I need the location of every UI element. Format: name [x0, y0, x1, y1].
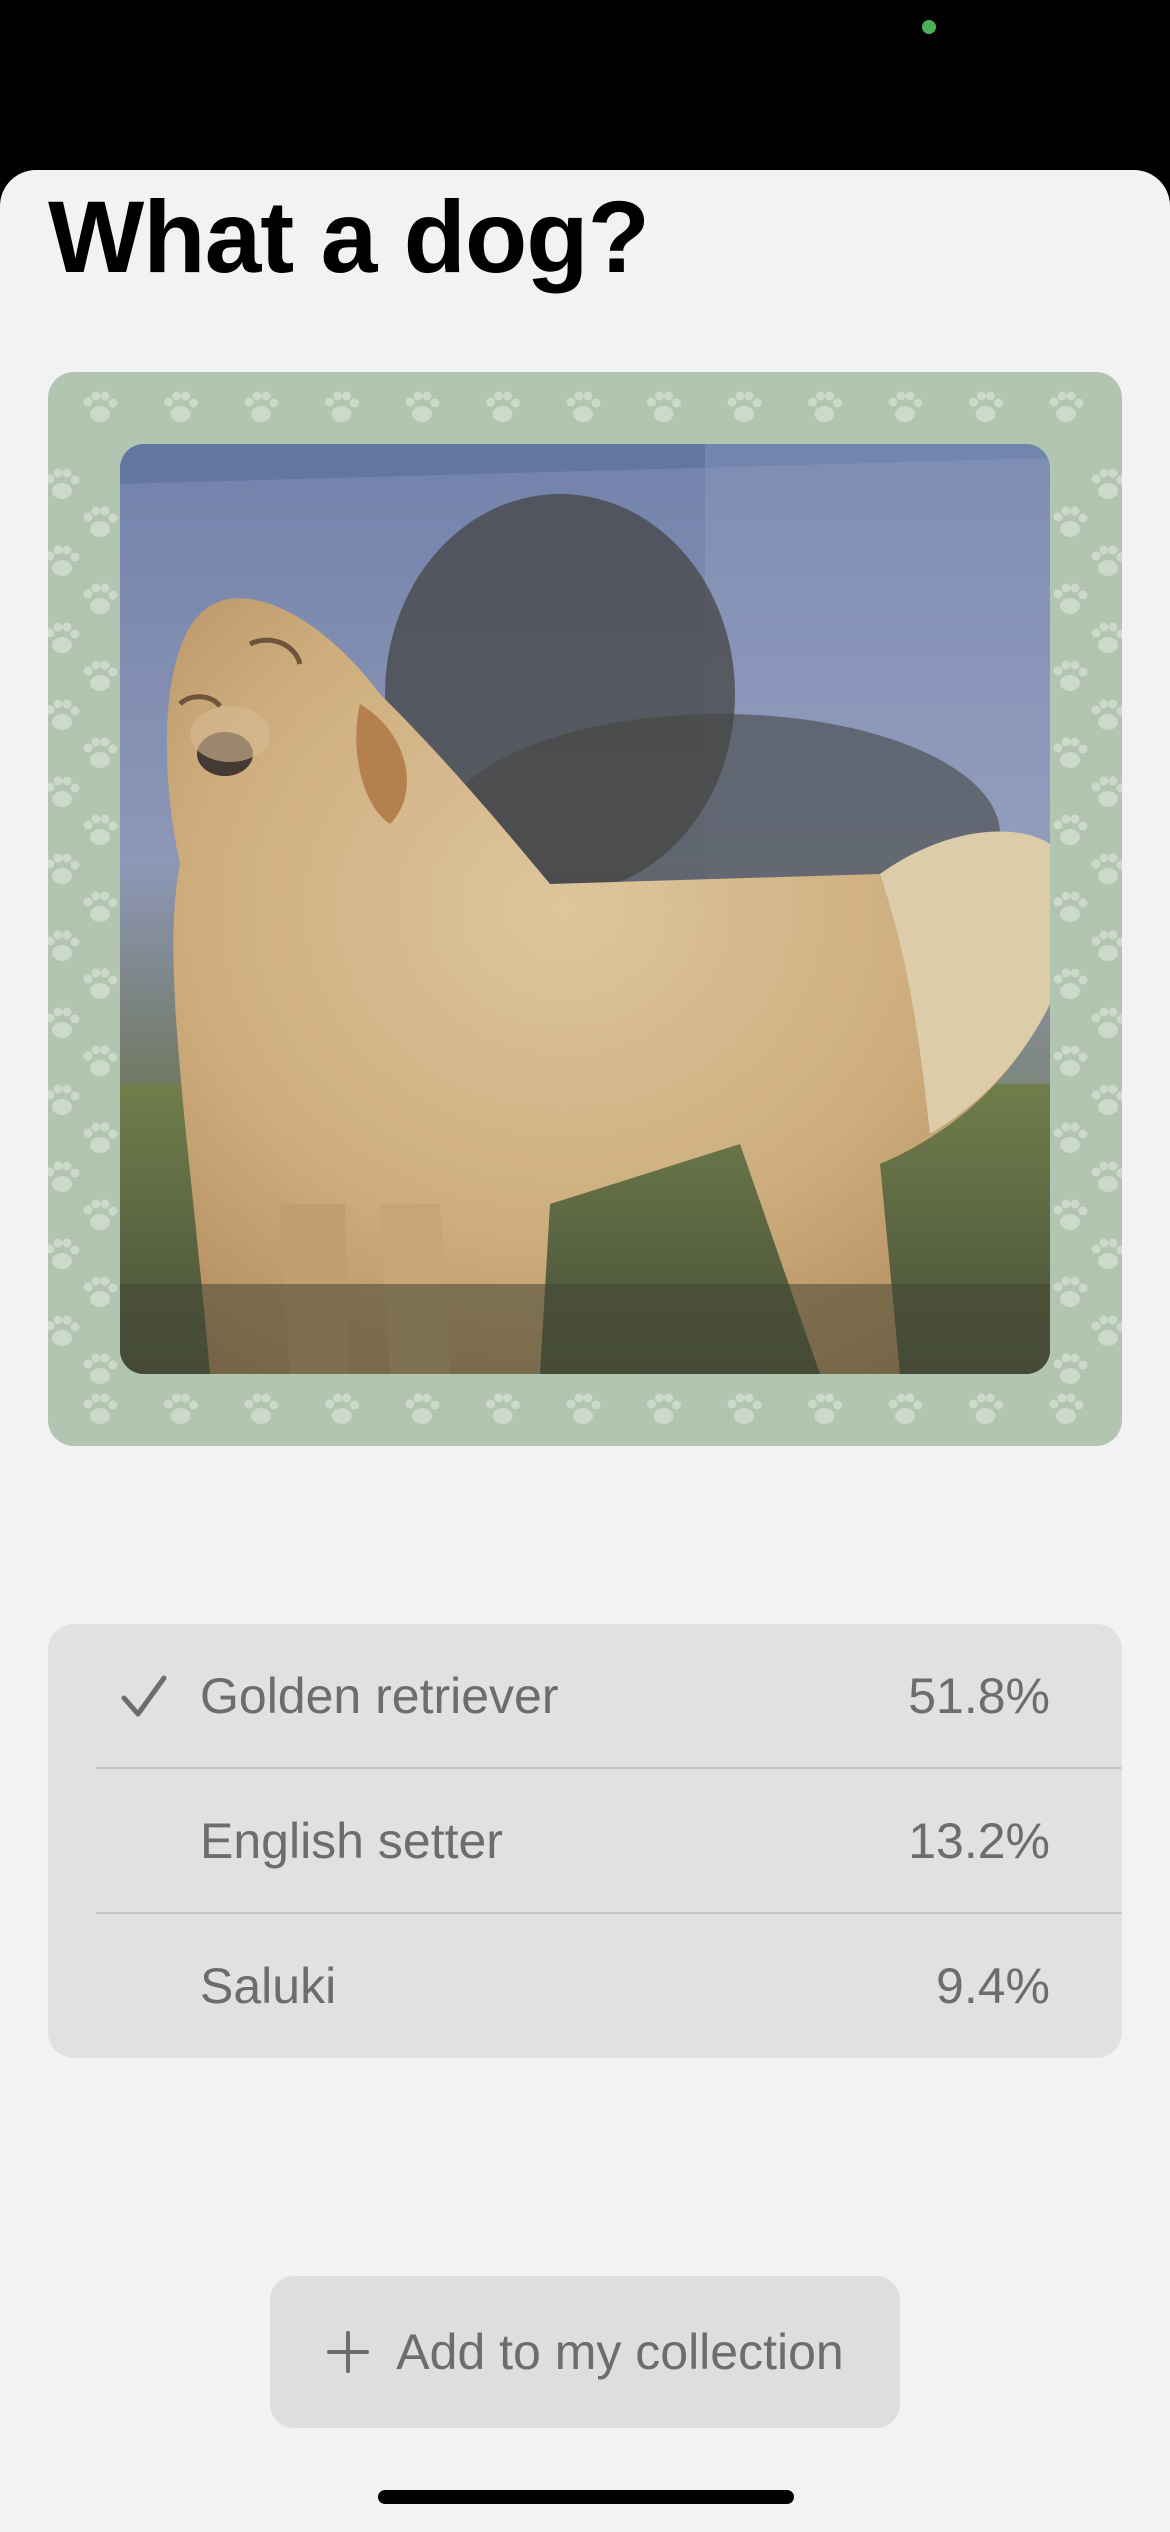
paw-print-icon — [1053, 1276, 1088, 1307]
paw-print-icon — [1091, 1007, 1122, 1038]
paw-print-icon — [83, 391, 118, 422]
paw-print-icon — [48, 1084, 80, 1115]
paw-print-icon — [1053, 1199, 1088, 1230]
paw-print-icon — [244, 391, 279, 422]
paw-print-icon — [1049, 1393, 1084, 1424]
paw-print-icon — [1091, 1161, 1122, 1192]
paw-print-icon — [808, 391, 842, 422]
page-title: What a dog? — [48, 180, 650, 294]
plus-icon — [327, 2331, 370, 2373]
home-indicator — [378, 2490, 794, 2504]
paw-print-icon — [1049, 391, 1084, 422]
paw-print-icon — [1053, 1353, 1088, 1384]
camera-indicator-dot — [922, 20, 936, 34]
paw-print-icon — [48, 468, 80, 499]
checkmark-icon — [121, 1675, 167, 1717]
paw-print-icon — [48, 1161, 80, 1192]
paw-print-icon — [1053, 737, 1088, 768]
paw-print-icon — [164, 1393, 198, 1424]
paw-print-icon — [1091, 1238, 1122, 1269]
paw-print-icon — [405, 1393, 440, 1424]
paw-print-icon — [727, 1393, 762, 1424]
paw-print-icon — [808, 1393, 842, 1424]
paw-print-icon — [48, 1007, 80, 1038]
paw-print-icon — [1053, 506, 1088, 537]
paw-print-icon — [1053, 891, 1088, 922]
paw-print-icon — [83, 968, 118, 999]
paw-print-icon — [1091, 1315, 1122, 1346]
paw-print-icon — [83, 1045, 118, 1076]
paw-print-icon — [83, 814, 118, 845]
paw-print-icon — [647, 1393, 681, 1424]
paw-print-icon — [1053, 814, 1088, 845]
paw-print-icon — [566, 1393, 601, 1424]
paw-print-icon — [48, 622, 80, 653]
prediction-list: Golden retriever 51.8% English setter 13… — [48, 1624, 1122, 2058]
paw-print-icon — [83, 1276, 118, 1307]
paw-print-icon — [647, 391, 681, 422]
paw-print-icon — [48, 776, 80, 807]
paw-print-icon — [48, 545, 80, 576]
paw-print-icon — [48, 930, 80, 961]
paw-print-icon — [325, 1393, 359, 1424]
paw-print-icon — [48, 699, 80, 730]
prediction-row-saluki[interactable]: Saluki 9.4% — [48, 1914, 1122, 2058]
paw-print-icon — [727, 391, 762, 422]
prediction-confidence: 51.8% — [908, 1668, 1050, 1724]
paw-print-icon — [83, 737, 118, 768]
paw-print-icon — [1053, 583, 1088, 614]
paw-print-icon — [48, 1315, 80, 1346]
paw-print-icon — [83, 1393, 118, 1424]
photo-frame — [48, 372, 1122, 1446]
paw-print-icon — [1053, 1122, 1088, 1153]
paw-print-icon — [1091, 468, 1122, 499]
paw-print-icon — [969, 1393, 1003, 1424]
paw-print-icon — [1053, 1045, 1088, 1076]
paw-print-icon — [1091, 776, 1122, 807]
paw-print-icon — [405, 391, 440, 422]
paw-print-icon — [1091, 545, 1122, 576]
dog-photo — [120, 444, 1050, 1374]
paw-print-icon — [1091, 699, 1122, 730]
paw-print-icon — [325, 391, 359, 422]
paw-print-icon — [83, 1353, 118, 1384]
add-to-collection-label: Add to my collection — [396, 2324, 844, 2380]
paw-print-icon — [888, 391, 923, 422]
paw-print-icon — [83, 660, 118, 691]
paw-print-icon — [1091, 1084, 1122, 1115]
paw-print-icon — [48, 1238, 80, 1269]
paw-print-icon — [83, 891, 118, 922]
paw-print-icon — [486, 391, 520, 422]
paw-print-icon — [1053, 660, 1088, 691]
paw-print-icon — [83, 1199, 118, 1230]
paw-print-icon — [1053, 968, 1088, 999]
paw-print-icon — [1091, 853, 1122, 884]
paw-print-icon — [1091, 622, 1122, 653]
prediction-row-english-setter[interactable]: English setter 13.2% — [48, 1769, 1122, 1913]
paw-print-icon — [48, 853, 80, 884]
paw-print-icon — [83, 506, 118, 537]
prediction-confidence: 9.4% — [936, 1958, 1050, 2014]
paw-print-icon — [969, 391, 1003, 422]
paw-print-icon — [83, 1122, 118, 1153]
paw-print-icon — [1091, 930, 1122, 961]
prediction-row-golden-retriever[interactable]: Golden retriever 51.8% — [48, 1624, 1122, 1768]
paw-print-icon — [566, 391, 601, 422]
paw-print-icon — [888, 1393, 923, 1424]
add-to-collection-button[interactable]: Add to my collection — [270, 2276, 900, 2428]
paw-print-icon — [486, 1393, 520, 1424]
paw-print-icon — [164, 391, 198, 422]
prediction-label: English setter — [200, 1813, 503, 1869]
prediction-label: Saluki — [200, 1958, 337, 2014]
paw-print-icon — [244, 1393, 279, 1424]
prediction-label: Golden retriever — [200, 1668, 559, 1724]
prediction-confidence: 13.2% — [908, 1813, 1050, 1869]
paw-print-icon — [83, 583, 118, 614]
